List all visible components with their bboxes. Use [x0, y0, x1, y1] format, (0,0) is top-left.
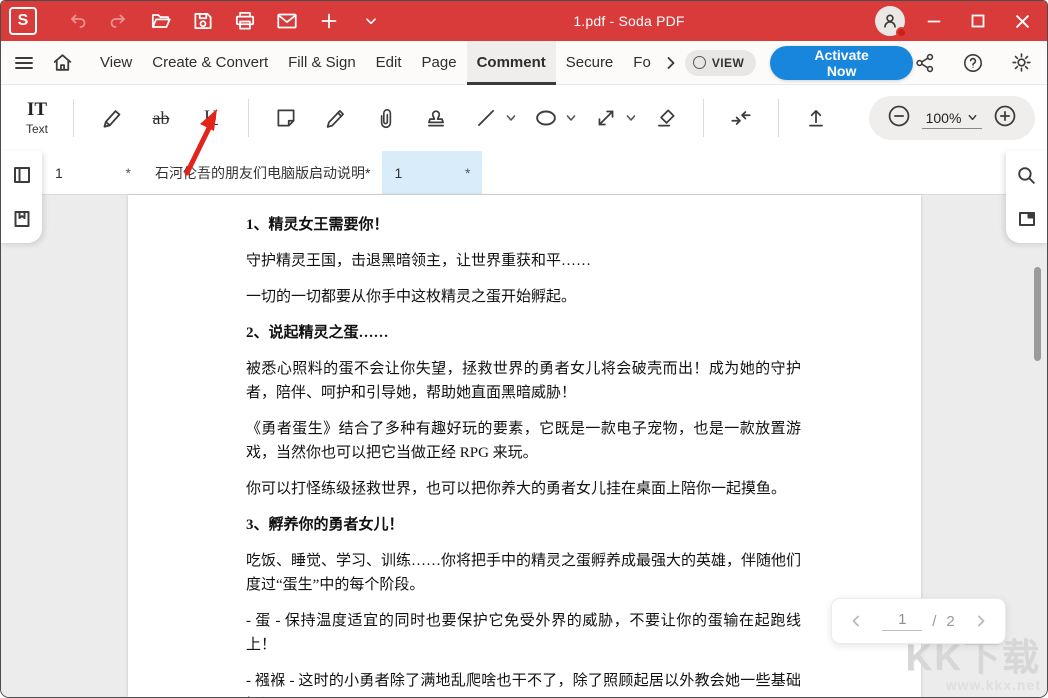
sticky-note-icon[interactable] [268, 100, 304, 136]
settings-gear-icon[interactable] [1009, 51, 1033, 75]
document-viewport[interactable]: 1、精灵女王需要你！ 守护精灵王国，击退黑暗领主，让世界重获和平…… 一切的一切… [1, 195, 1047, 697]
close-button[interactable] [1007, 6, 1037, 36]
menu-item[interactable]: Create & Convert [142, 41, 278, 85]
document-tab[interactable]: 1 * [382, 151, 482, 194]
menu-overflow-chevron-icon[interactable] [663, 53, 679, 73]
page-separator: / [932, 613, 936, 630]
print-icon[interactable] [233, 9, 257, 33]
menu-item[interactable]: Secure [556, 41, 624, 85]
menu-item[interactable]: Fo [623, 41, 661, 85]
pdf-page-content: 1、精灵女王需要你！ 守护精灵王国，击退黑暗领主，让世界重获和平…… 一切的一切… [128, 195, 921, 698]
activate-now-button[interactable]: Activate Now [770, 46, 913, 80]
new-tab-plus-icon[interactable] [317, 9, 341, 33]
toolbar-separator [703, 99, 704, 137]
text-tool-icon: IT [27, 100, 47, 120]
pdf-page[interactable]: 1、精灵女王需要你！ 守护精灵王国，击退黑暗领主，让世界重获和平…… 一切的一切… [128, 195, 921, 697]
soda-pdf-logo: S [9, 7, 37, 35]
arrow-tool-icon[interactable] [588, 100, 624, 136]
page-view-panel-icon[interactable] [1015, 207, 1039, 231]
previous-page-icon[interactable] [846, 611, 866, 631]
notification-dot [896, 27, 907, 38]
menu-item[interactable]: View [90, 41, 142, 85]
toolbar-separator [778, 99, 779, 137]
document-paragraph: 你可以打怪练级拯救世界，也可以把你养大的勇者女儿挂在桌面上陪你一起摸鱼。 [246, 477, 801, 501]
stamp-icon[interactable] [418, 100, 454, 136]
document-paragraph: 守护精灵王国，击退黑暗领主，让世界重获和平…… [246, 249, 801, 273]
document-paragraph: 吃饭、睡觉、学习、训练……你将把手中的精灵之蛋孵养成最强大的英雄，伴随他们度过“… [246, 549, 801, 597]
share-icon[interactable] [913, 51, 937, 75]
arrow-tool-chevron-icon[interactable] [623, 110, 639, 126]
open-file-icon[interactable] [149, 9, 173, 33]
snap-arrows-icon[interactable] [723, 100, 759, 136]
user-avatar[interactable] [875, 6, 905, 36]
attachment-paperclip-icon[interactable] [368, 100, 404, 136]
help-icon[interactable] [961, 51, 985, 75]
search-icon[interactable] [1015, 163, 1039, 187]
site-watermark: KK下载 www.kkx.net [906, 639, 1041, 693]
minimize-button[interactable] [919, 6, 949, 36]
document-paragraph: - 蛋 - 保持温度适宜的同时也要保护它免受外界的威胁，不要让你的蛋输在起跑线上… [246, 609, 801, 657]
document-paragraph: 被悉心照料的蛋不会让你失望，拯救世界的勇者女儿将会破壳而出！成为她的守护者，陪伴… [246, 357, 801, 405]
menu-item[interactable]: Comment [467, 41, 556, 85]
menu-item[interactable]: Page [412, 41, 467, 85]
total-pages: 2 [946, 613, 954, 630]
unsaved-indicator: * [126, 165, 131, 181]
email-icon[interactable] [275, 9, 299, 33]
redo-icon[interactable] [107, 9, 131, 33]
menu-item[interactable]: Fill & Sign [278, 41, 366, 85]
current-page-input[interactable]: 1 [882, 611, 922, 631]
document-paragraph: 3、孵养你的勇者女儿！ [246, 513, 801, 537]
undo-icon[interactable] [65, 9, 89, 33]
document-tab[interactable]: 1 * [43, 151, 143, 194]
line-tool-icon[interactable] [468, 100, 504, 136]
titlebar-chevron-down-icon[interactable] [359, 9, 383, 33]
zoom-level-select[interactable]: 100% [922, 108, 983, 129]
document-paragraph: - 襁褓 - 这时的小勇者除了满地乱爬啥也干不了，除了照顾起居以外教会她一些基础… [246, 669, 801, 698]
maximize-button[interactable] [963, 6, 993, 36]
window-title: 1.pdf - Soda PDF [573, 13, 684, 29]
watermark-logo: KK下载 [906, 639, 1041, 677]
eraser-icon[interactable] [648, 100, 684, 136]
home-icon[interactable] [51, 51, 74, 75]
red-annotation-arrow [169, 101, 233, 179]
title-bar: S [1, 1, 1047, 41]
app-window: S [0, 0, 1048, 698]
annotation-toolbar: IT Text ab U [1, 85, 1047, 151]
ellipse-tool-chevron-icon[interactable] [563, 110, 579, 126]
page-navigation: 1 / 2 [831, 598, 1006, 644]
thumbnails-panel-icon[interactable] [10, 163, 34, 187]
bookmarks-panel-icon[interactable] [10, 207, 34, 231]
zoom-control: 100% [869, 96, 1035, 140]
text-tool-button[interactable]: IT Text [13, 100, 61, 136]
toolbar-separator [248, 99, 249, 137]
menu-item[interactable]: Edit [366, 41, 412, 85]
left-panel [1, 151, 42, 243]
watermark-site-url: www.kkx.net [906, 677, 1041, 693]
view-mode-toggle[interactable]: VIEW [685, 50, 756, 76]
export-upload-icon[interactable] [798, 100, 834, 136]
document-paragraph: 2、说起精灵之蛋…… [246, 321, 801, 345]
document-paragraph: 一切的一切都要从你手中这枚精灵之蛋开始孵起。 [246, 285, 801, 309]
toolbar-separator [73, 99, 74, 137]
pencil-icon[interactable] [318, 100, 354, 136]
view-toggle-radio-icon [693, 56, 706, 69]
document-tab-bar: 1 * 石河伦吾的朋友们电脑版启动说明* 1 * [1, 151, 1047, 195]
vertical-scrollbar[interactable] [1034, 267, 1041, 361]
highlighter-icon[interactable] [93, 100, 129, 136]
zoom-chevron-down-icon [967, 112, 978, 123]
zoom-out-button[interactable] [886, 103, 912, 134]
menu-bar: View Create & Convert Fill & Sign Edit P… [1, 41, 1047, 85]
save-icon[interactable] [191, 9, 215, 33]
line-tool-chevron-icon[interactable] [503, 110, 519, 126]
next-page-icon[interactable] [971, 611, 991, 631]
hamburger-menu-icon[interactable] [13, 51, 35, 75]
document-paragraph: 1、精灵女王需要你！ [246, 213, 801, 237]
zoom-in-button[interactable] [992, 103, 1018, 134]
right-panel [1006, 151, 1047, 243]
document-paragraph: 《勇者蛋生》结合了多种有趣好玩的要素，它既是一款电子宠物，也是一款放置游戏，当然… [246, 417, 801, 465]
ellipse-tool-icon[interactable] [528, 100, 564, 136]
menu-items: View Create & Convert Fill & Sign Edit P… [90, 41, 661, 85]
unsaved-indicator: * [465, 165, 470, 181]
